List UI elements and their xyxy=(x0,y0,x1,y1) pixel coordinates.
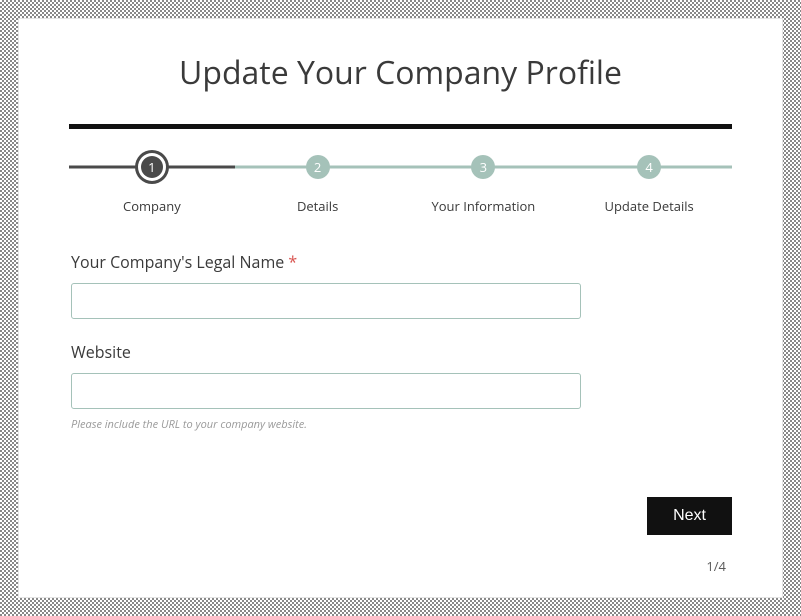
required-mark: * xyxy=(288,251,297,273)
step-label: Update Details xyxy=(604,197,693,215)
actions: Next xyxy=(647,497,732,535)
step-company: 1 Company xyxy=(69,151,235,215)
step-label: Company xyxy=(123,197,181,215)
company-name-input[interactable] xyxy=(71,283,581,319)
divider xyxy=(69,124,732,129)
step-circle: 3 xyxy=(471,155,495,179)
next-button[interactable]: Next xyxy=(647,497,732,535)
step-your-information: 3 Your Information xyxy=(401,151,567,215)
page-indicator: 1/4 xyxy=(706,557,726,575)
website-label: Website xyxy=(71,341,730,363)
company-name-field: Your Company's Legal Name * xyxy=(71,251,730,319)
website-input[interactable] xyxy=(71,373,581,409)
step-label: Your Information xyxy=(431,197,535,215)
step-label: Details xyxy=(297,197,338,215)
company-name-label: Your Company's Legal Name * xyxy=(71,251,730,273)
form-area: Your Company's Legal Name * Website Plea… xyxy=(69,251,732,432)
step-details: 2 Details xyxy=(235,151,401,215)
page-title: Update Your Company Profile xyxy=(69,51,732,94)
stepper: 1 Company 2 Details 3 Your Information xyxy=(69,151,732,215)
form-panel: Update Your Company Profile 1 Company 2 … xyxy=(18,18,783,598)
website-help-text: Please include the URL to your company w… xyxy=(71,417,730,432)
step-update-details: 4 Update Details xyxy=(566,151,732,215)
website-field: Website Please include the URL to your c… xyxy=(71,341,730,432)
step-circle: 1 xyxy=(141,156,163,178)
step-circle: 4 xyxy=(637,155,661,179)
step-circle: 2 xyxy=(306,155,330,179)
